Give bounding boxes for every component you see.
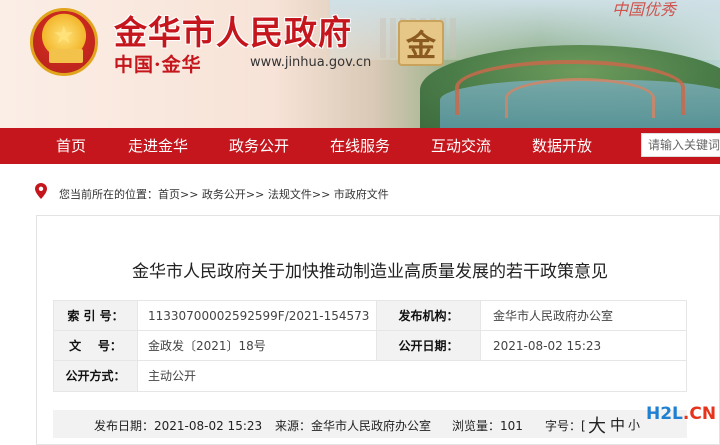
font-size-label: 字号：[ xyxy=(545,419,586,433)
banner-slogan: 中国优秀 xyxy=(612,0,677,19)
meta-label-mode: 公开方式： xyxy=(54,361,138,391)
nav-item-interaction[interactable]: 互动交流 xyxy=(431,128,491,164)
font-size-large-button[interactable]: 大 xyxy=(588,412,606,438)
meta-value-mode: 主动公开 xyxy=(148,369,197,383)
breadcrumb[interactable]: 您当前所在的位置：首页>> 政务公开>> 法规文件>> 市政府文件 xyxy=(59,186,389,202)
meta-row: 文 号： 金政发〔2021〕18号 公开日期： 2021-08-02 15:23 xyxy=(54,331,686,361)
meta-label-org: 发布机构： xyxy=(377,301,481,330)
jinhua-logo-icon: 金 xyxy=(398,20,444,66)
watermark-suffix: .CN xyxy=(682,404,717,424)
watermark-main: H2L xyxy=(646,404,683,424)
meta-label-docno: 文 号： xyxy=(54,331,138,360)
meta-value-org: 金华市人民政府办公室 xyxy=(493,309,614,323)
meta-label-date: 公开日期： xyxy=(377,331,481,360)
nav-item-affairs[interactable]: 政务公开 xyxy=(229,128,289,164)
meta-row: 公开方式： 主动公开 xyxy=(54,361,686,391)
search-input[interactable]: 请输入关键词 xyxy=(641,133,720,157)
publish-info-bar: 发布日期：2021-08-02 15:23 来源：金华市人民政府办公室 浏览量：… xyxy=(53,410,687,438)
site-title[interactable]: 金华市人民政府 xyxy=(114,6,352,54)
site-subtitle: 中国·金华 xyxy=(114,54,202,76)
font-size-small-button[interactable]: 小 xyxy=(628,416,640,433)
star-icon: ★ xyxy=(53,21,75,49)
location-pin-icon xyxy=(35,183,47,199)
site-url: www.jinhua.gov.cn xyxy=(250,55,372,70)
nav-item-opendata[interactable]: 数据开放 xyxy=(532,128,592,164)
document-title: 金华市人民政府关于加快推动制造业高质量发展的若干政策意见 xyxy=(132,262,608,282)
nav-item-about[interactable]: 走进金华 xyxy=(128,128,188,164)
header-banner: ★ 金华市人民政府 中国·金华 www.jinhua.gov.cn 金 中国优秀 xyxy=(0,0,720,128)
publish-source: 来源：金华市人民政府办公室 xyxy=(275,419,432,433)
document-meta-table: 索 引 号： 11330700002592599F/2021-154573 发布… xyxy=(53,300,687,392)
publish-date: 发布日期：2021-08-02 15:23 xyxy=(94,419,263,433)
banner-bridge-inner xyxy=(505,78,655,118)
meta-value-date: 2021-08-02 15:23 xyxy=(493,339,602,353)
meta-row: 索 引 号： 11330700002592599F/2021-154573 发布… xyxy=(54,301,686,331)
watermark: H2L.CN xyxy=(646,404,716,424)
view-count: 浏览量：101 xyxy=(452,419,523,433)
main-nav: 首页 走进金华 政务公开 在线服务 互动交流 数据开放 xyxy=(0,128,720,164)
nav-item-services[interactable]: 在线服务 xyxy=(330,128,390,164)
nav-item-home[interactable]: 首页 xyxy=(56,128,86,164)
meta-label-index: 索 引 号： xyxy=(54,301,138,330)
meta-value-index: 11330700002592599F/2021-154573 xyxy=(138,301,377,330)
meta-value-docno: 金政发〔2021〕18号 xyxy=(138,331,377,360)
gate-icon xyxy=(49,49,83,63)
national-emblem-icon[interactable]: ★ xyxy=(30,8,98,76)
font-size-medium-button[interactable]: 中 xyxy=(610,414,625,435)
